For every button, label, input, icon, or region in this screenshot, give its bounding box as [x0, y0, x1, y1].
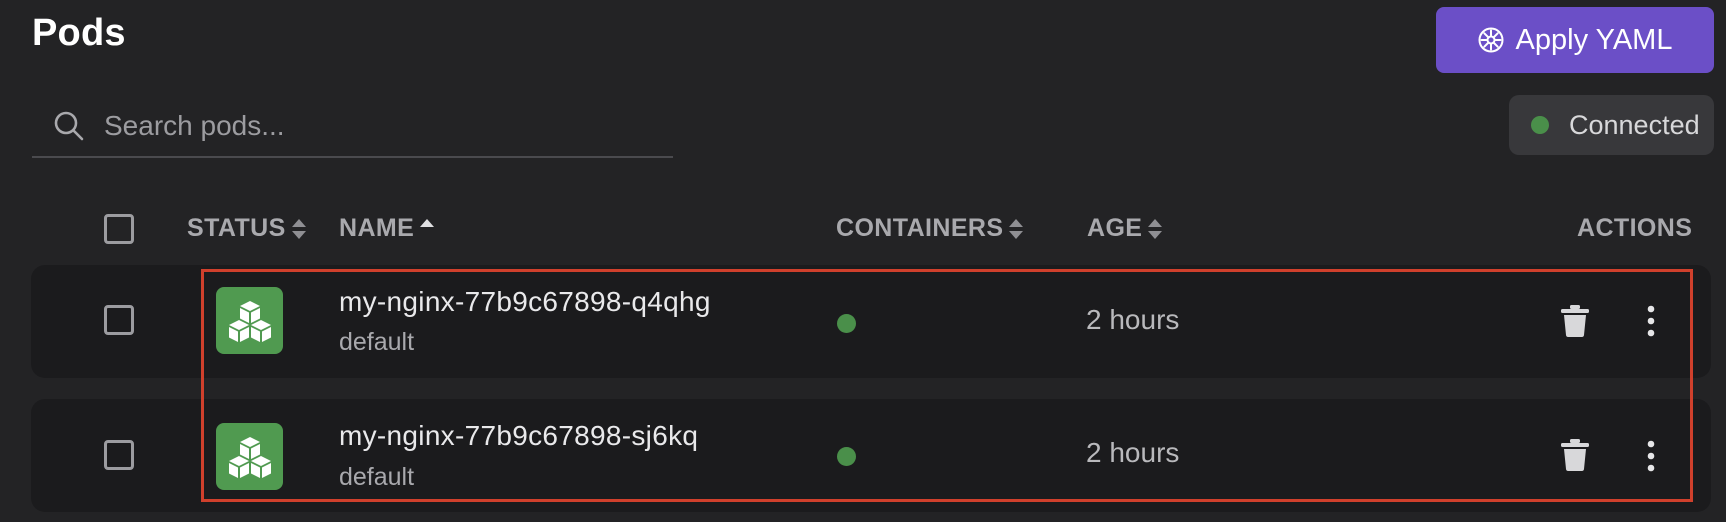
pod-status-icon	[216, 287, 283, 354]
column-header-status-label: STATUS	[187, 214, 286, 242]
pod-name[interactable]: my-nginx-77b9c67898-sj6kq	[339, 420, 698, 452]
column-header-name[interactable]: NAME	[339, 214, 436, 243]
helm-wheel-icon	[1478, 27, 1504, 53]
pod-age: 2 hours	[1086, 437, 1180, 468]
sort-icon	[1007, 217, 1025, 241]
select-all-checkbox[interactable]	[104, 214, 134, 244]
apply-yaml-label: Apply YAML	[1515, 23, 1673, 56]
pod-name[interactable]: my-nginx-77b9c67898-q4qhg	[339, 286, 711, 318]
row-select-checkbox[interactable]	[104, 305, 134, 335]
connection-status-label: Connected	[1569, 109, 1700, 140]
table-row[interactable]: my-nginx-77b9c67898-q4qhg default 2 hour…	[31, 265, 1711, 378]
page-title: Pods	[32, 12, 126, 54]
column-header-age[interactable]: AGE	[1087, 214, 1164, 243]
column-header-containers[interactable]: CONTAINERS	[836, 214, 1025, 243]
pods-page: Pods Apply YAML Search pods... Connected…	[0, 0, 1726, 522]
table-row[interactable]: my-nginx-77b9c67898-sj6kq default 2 hour…	[31, 399, 1711, 512]
column-header-status[interactable]: STATUS	[187, 214, 308, 243]
pod-namespace: default	[339, 463, 415, 491]
trash-icon[interactable]	[1560, 304, 1590, 338]
connection-status-dot	[1531, 116, 1549, 134]
apply-yaml-button[interactable]: Apply YAML	[1436, 7, 1714, 73]
search-input[interactable]	[102, 109, 626, 143]
pod-namespace: default	[339, 328, 415, 356]
pod-age: 2 hours	[1086, 304, 1180, 335]
sort-icon	[290, 217, 308, 241]
column-header-actions: ACTIONS	[1577, 214, 1692, 243]
search-icon	[52, 109, 86, 143]
sort-icon	[1146, 217, 1164, 241]
more-options-icon[interactable]	[1645, 304, 1657, 338]
column-header-actions-label: ACTIONS	[1577, 214, 1693, 242]
connection-status-badge: Connected	[1509, 95, 1714, 155]
column-header-containers-label: CONTAINERS	[836, 214, 1004, 242]
row-select-checkbox[interactable]	[104, 440, 134, 470]
column-header-name-label: NAME	[339, 214, 415, 242]
container-status-dot	[837, 314, 856, 333]
search-bar	[32, 96, 673, 158]
trash-icon[interactable]	[1560, 438, 1590, 472]
column-header-age-label: AGE	[1087, 214, 1143, 242]
pod-status-icon	[216, 423, 283, 490]
container-status-dot	[837, 447, 856, 466]
sort-ascending-icon	[418, 217, 436, 241]
more-options-icon[interactable]	[1645, 439, 1657, 473]
